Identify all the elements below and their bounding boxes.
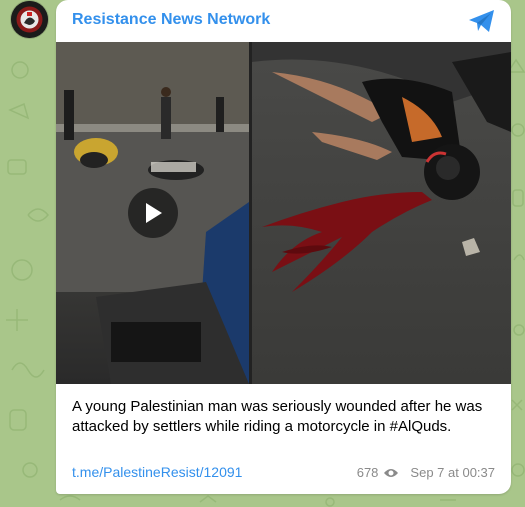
play-button[interactable] — [128, 188, 178, 238]
media-album — [56, 42, 511, 384]
message-card: Resistance News Network A young Palestin… — [56, 0, 511, 494]
post-caption: A young Palestinian man was seriously wo… — [72, 398, 483, 435]
view-count: 678 — [356, 465, 379, 480]
eye-icon — [383, 467, 399, 479]
play-icon — [146, 203, 162, 223]
video-thumbnail[interactable] — [56, 42, 249, 384]
photo-thumbnail[interactable] — [252, 42, 511, 384]
post-link[interactable]: t.me/PalestineResist/12091 — [72, 464, 242, 480]
post-date: Sep 7 at 00:37 — [410, 465, 495, 480]
post-meta: 678 Sep 7 at 00:37 — [357, 465, 495, 480]
channel-avatar[interactable] — [11, 1, 48, 38]
channel-name[interactable]: Resistance News Network — [72, 11, 270, 29]
telegram-share-icon[interactable] — [467, 8, 497, 34]
